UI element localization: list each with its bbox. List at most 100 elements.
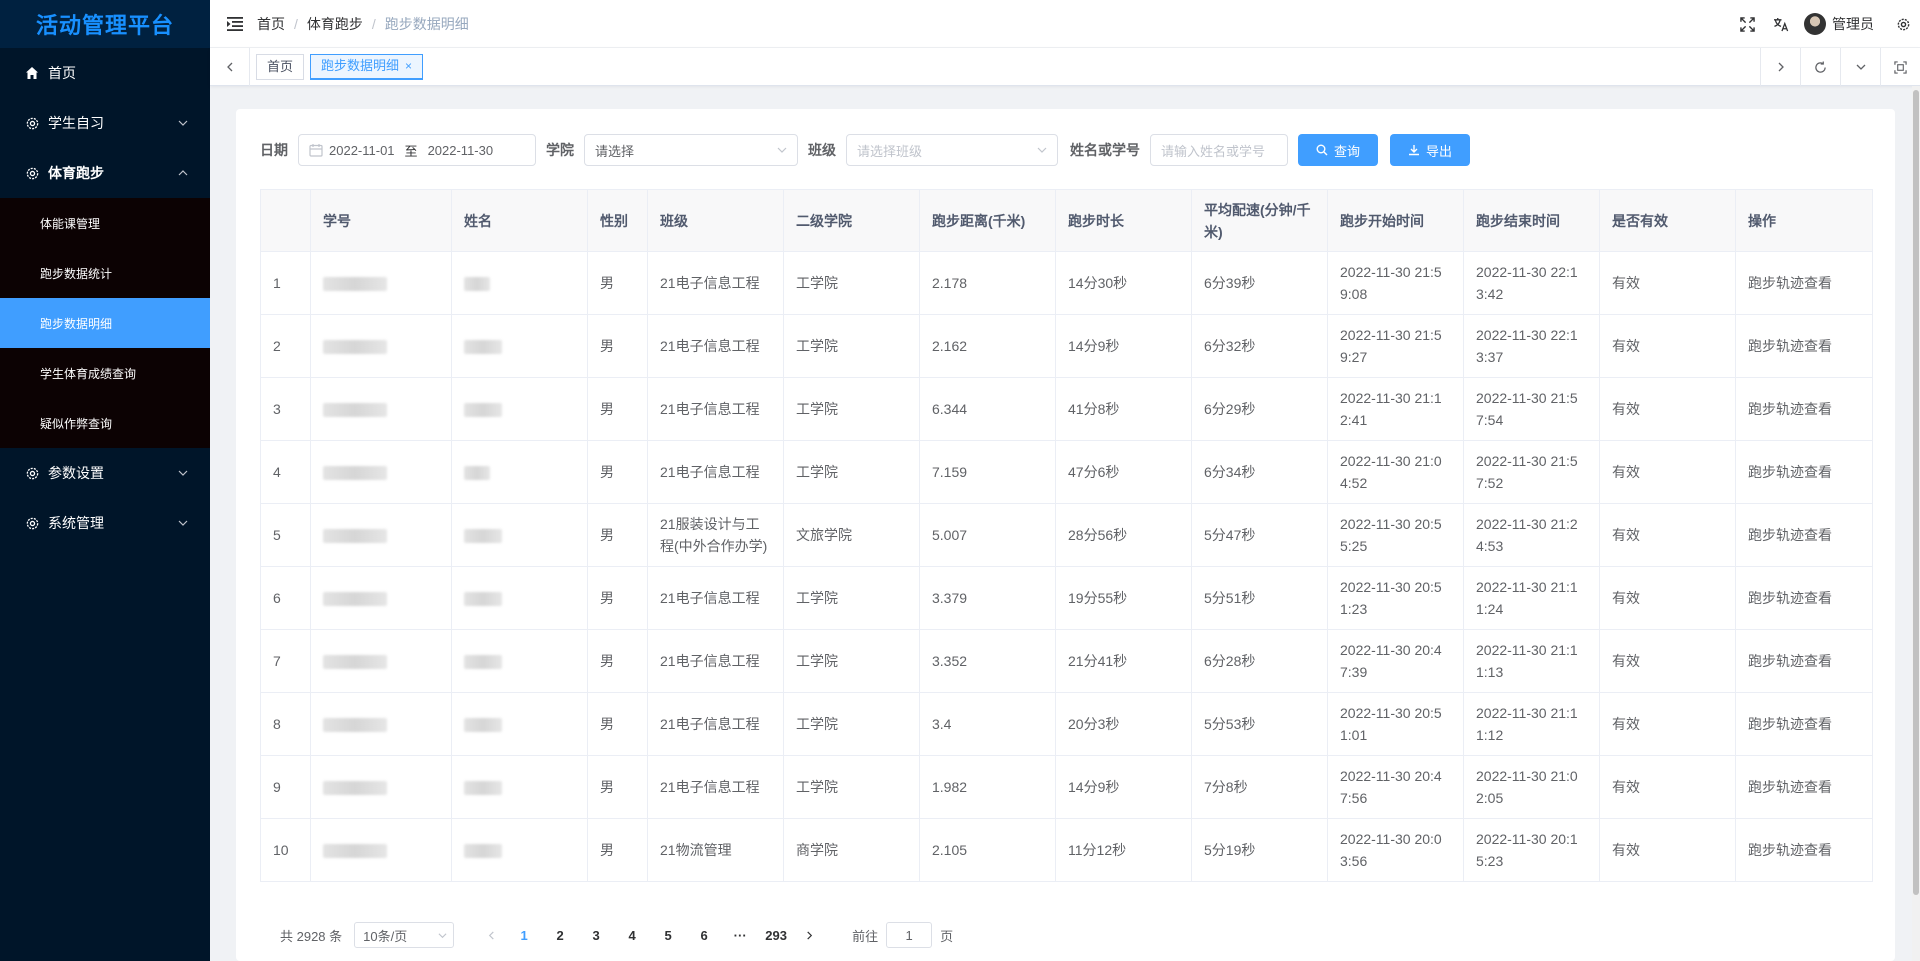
pace-cell: 6分29秒 bbox=[1191, 377, 1328, 441]
track-view-link[interactable]: 跑步轨迹查看 bbox=[1735, 692, 1873, 756]
redacted-student-name bbox=[464, 277, 490, 292]
row-index-cell: 1 bbox=[260, 251, 311, 315]
goto-page-input[interactable]: 1 bbox=[886, 922, 933, 948]
valid-status-cell: 有效 bbox=[1599, 755, 1736, 819]
page-number[interactable]: 6 bbox=[689, 921, 719, 949]
tags-view-bar: 首页 跑步数据明细 × bbox=[210, 47, 1920, 86]
redacted-student-name bbox=[464, 466, 490, 481]
table-header-cell: 平均配速(分钟/千米) bbox=[1191, 189, 1328, 252]
student-name-cell bbox=[451, 566, 588, 630]
page-number[interactable]: 1 bbox=[509, 921, 539, 949]
track-view-link[interactable]: 跑步轨迹查看 bbox=[1735, 251, 1873, 315]
class-select-placeholder: 请选择班级 bbox=[857, 143, 923, 159]
pace-cell: 6分32秒 bbox=[1191, 314, 1328, 378]
tag-home[interactable]: 首页 bbox=[256, 53, 305, 80]
sidebar-item-system-management[interactable]: 系统管理 bbox=[0, 498, 210, 548]
college-select[interactable]: 请选择 bbox=[584, 134, 798, 166]
page-number[interactable]: 3 bbox=[581, 921, 611, 949]
page-scrollbar-thumb[interactable] bbox=[1913, 90, 1919, 895]
breadcrumb-item-sports-running[interactable]: 体育跑步 bbox=[307, 14, 363, 34]
pagination-total: 共 2928 条 bbox=[280, 928, 343, 944]
college-cell: 工学院 bbox=[783, 629, 920, 693]
page-number[interactable]: 293 bbox=[761, 921, 791, 949]
page-number[interactable]: 5 bbox=[653, 921, 683, 949]
student-id-cell bbox=[310, 503, 452, 567]
sidebar: 活动管理平台 首页 学生自习 体育跑步 体能课管理 跑步数据统计 跑步数据明细 … bbox=[0, 0, 210, 961]
start-time-cell: 2022-11-30 20:03:56 bbox=[1327, 818, 1464, 882]
page-number[interactable]: 2 bbox=[545, 921, 575, 949]
class-cell: 21电子信息工程 bbox=[647, 692, 784, 756]
pace-cell: 5分19秒 bbox=[1191, 818, 1328, 882]
duration-cell: 14分30秒 bbox=[1055, 251, 1192, 315]
date-start-value[interactable]: 2022-11-01 bbox=[329, 143, 395, 158]
track-view-link[interactable]: 跑步轨迹查看 bbox=[1735, 755, 1873, 819]
sidebar-subitem-running-stats[interactable]: 跑步数据统计 bbox=[0, 248, 210, 298]
query-button-label: 查询 bbox=[1333, 143, 1360, 159]
student-id-cell bbox=[310, 692, 452, 756]
track-view-link[interactable]: 跑步轨迹查看 bbox=[1735, 440, 1873, 504]
export-button[interactable]: 导出 bbox=[1390, 134, 1470, 166]
redacted-student-name bbox=[464, 403, 502, 418]
date-range-picker[interactable]: 2022-11-01 至 2022-11-30 bbox=[298, 134, 536, 166]
student-name-cell bbox=[451, 503, 588, 567]
sidebar-subitem-cheating-query[interactable]: 疑似作弊查询 bbox=[0, 398, 210, 448]
track-view-link[interactable]: 跑步轨迹查看 bbox=[1735, 629, 1873, 693]
fullscreen-icon[interactable] bbox=[1730, 0, 1764, 48]
class-select[interactable]: 请选择班级 bbox=[846, 134, 1058, 166]
page-number[interactable]: 4 bbox=[617, 921, 647, 949]
tags-scroll-right-button[interactable] bbox=[1760, 48, 1800, 86]
table-header-row: 学号 姓名 性别 班级 二级学院 跑步距离(千米) 跑步时长 平均配速(分钟/千米) 跑步开始时… bbox=[260, 189, 1873, 252]
row-index-cell: 9 bbox=[260, 755, 311, 819]
user-menu[interactable]: 管理员 bbox=[1804, 13, 1874, 35]
sidebar-subitem-running-detail[interactable]: 跑步数据明细 bbox=[0, 298, 210, 348]
start-time-cell: 2022-11-30 21:59:27 bbox=[1327, 314, 1464, 378]
page-ellipsis[interactable]: ··· bbox=[725, 921, 755, 949]
tag-running-detail[interactable]: 跑步数据明细 × bbox=[310, 53, 424, 80]
table-header-cell: 学号 bbox=[310, 189, 452, 252]
gender-cell: 男 bbox=[587, 440, 648, 504]
date-end-value[interactable]: 2022-11-30 bbox=[428, 143, 494, 158]
track-view-link[interactable]: 跑步轨迹查看 bbox=[1735, 314, 1873, 378]
calendar-icon bbox=[309, 144, 323, 157]
sidebar-item-parameter-settings[interactable]: 参数设置 bbox=[0, 448, 210, 498]
track-view-link[interactable]: 跑步轨迹查看 bbox=[1735, 818, 1873, 882]
breadcrumb-item-home[interactable]: 首页 bbox=[257, 14, 285, 34]
next-page-button[interactable] bbox=[794, 921, 824, 949]
tags-scroll-left-button[interactable] bbox=[210, 47, 250, 86]
track-view-link[interactable]: 跑步轨迹查看 bbox=[1735, 566, 1873, 630]
content-fullscreen-button[interactable] bbox=[1880, 48, 1920, 86]
valid-status-cell: 有效 bbox=[1599, 503, 1736, 567]
valid-status-cell: 有效 bbox=[1599, 818, 1736, 882]
class-cell: 21电子信息工程 bbox=[647, 440, 784, 504]
table-row: 5 男 21服装设计与工程(中外合作办学) 文旅学院 5.007 28分56秒 5分47秒 2… bbox=[260, 503, 1873, 567]
student-id-cell bbox=[310, 566, 452, 630]
gear-icon bbox=[24, 515, 40, 531]
track-view-link[interactable]: 跑步轨迹查看 bbox=[1735, 503, 1873, 567]
redacted-student-id bbox=[323, 403, 387, 418]
sidebar-item-home[interactable]: 首页 bbox=[0, 48, 210, 98]
student-id-cell bbox=[310, 314, 452, 378]
page-size-select[interactable]: 10条/页 bbox=[354, 922, 455, 948]
student-name-cell bbox=[451, 629, 588, 693]
sidebar-item-self-study[interactable]: 学生自习 bbox=[0, 98, 210, 148]
duration-cell: 19分55秒 bbox=[1055, 566, 1192, 630]
menu-fold-icon[interactable] bbox=[227, 16, 243, 31]
sidebar-item-sports-running[interactable]: 体育跑步 bbox=[0, 148, 210, 198]
name-or-id-input[interactable]: 请输入姓名或学号 bbox=[1150, 134, 1288, 166]
refresh-button[interactable] bbox=[1800, 48, 1840, 86]
distance-cell: 7.159 bbox=[919, 440, 1056, 504]
page-number-list: 1 2 3 4 5 6 ··· 293 bbox=[506, 921, 794, 949]
table-header-cell: 姓名 bbox=[451, 189, 588, 252]
class-cell: 21物流管理 bbox=[647, 818, 784, 882]
language-icon[interactable] bbox=[1764, 0, 1798, 48]
settings-gear-icon[interactable] bbox=[1886, 0, 1920, 48]
query-button[interactable]: 查询 bbox=[1298, 134, 1378, 166]
tags-dropdown-button[interactable] bbox=[1840, 48, 1880, 86]
end-time-cell: 2022-11-30 21:11:24 bbox=[1463, 566, 1600, 630]
prev-page-button[interactable] bbox=[476, 921, 506, 949]
close-icon[interactable]: × bbox=[405, 54, 412, 78]
pagination: 共 2928 条 10条/页 1 2 3 4 5 6 ··· 293 前往 1 页 bbox=[280, 921, 953, 949]
sidebar-subitem-pe-score-query[interactable]: 学生体育成绩查询 bbox=[0, 348, 210, 398]
sidebar-subitem-fitness-course[interactable]: 体能课管理 bbox=[0, 198, 210, 248]
track-view-link[interactable]: 跑步轨迹查看 bbox=[1735, 377, 1873, 441]
